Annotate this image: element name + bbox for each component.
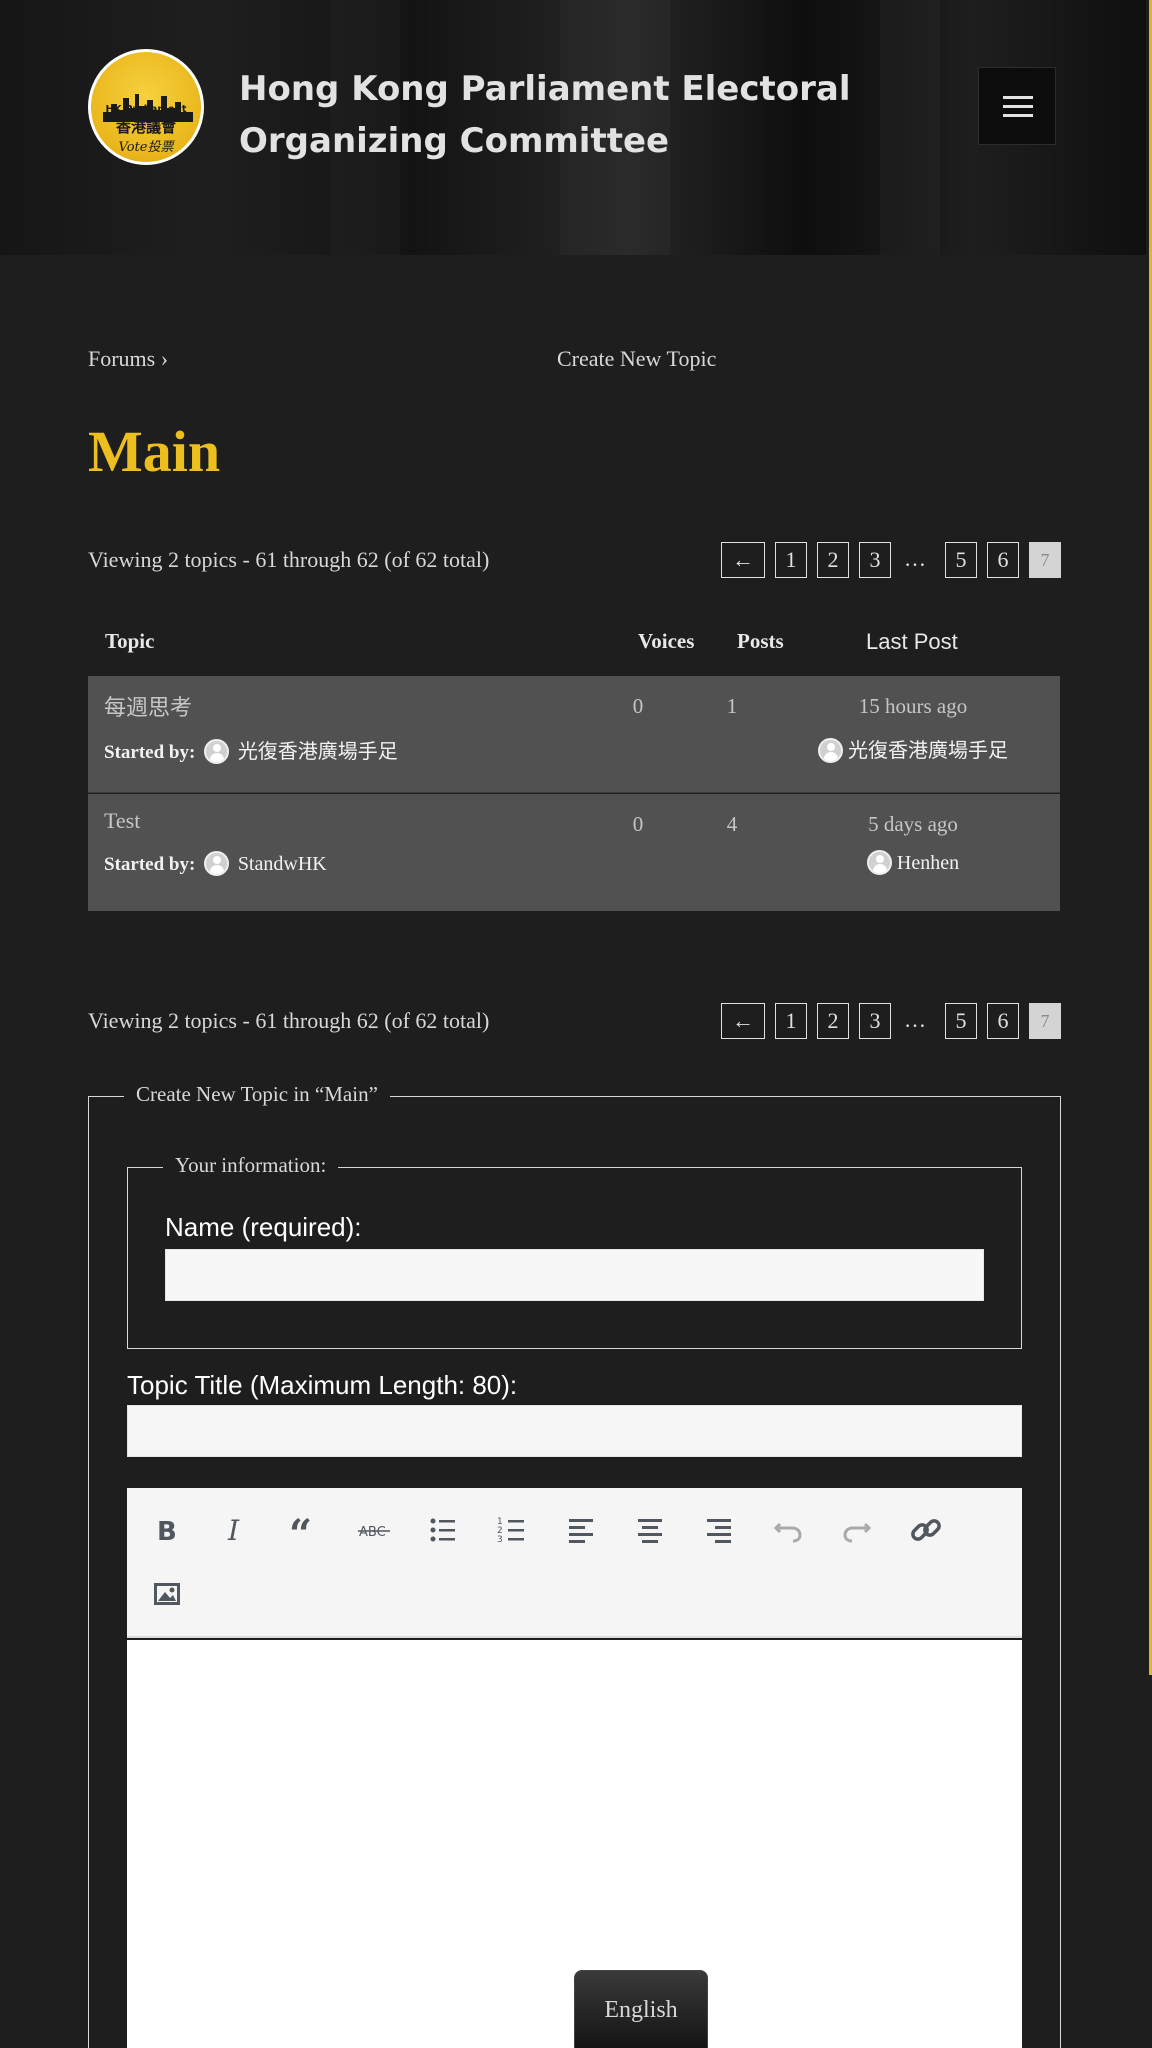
- topic-freshness-link[interactable]: 5 days ago: [793, 812, 1033, 837]
- page-link-5[interactable]: 5: [945, 1003, 977, 1039]
- topic-started-by: Started by: 光復香港廣場手足: [104, 735, 398, 766]
- hamburger-icon-line: [1003, 114, 1033, 117]
- breadcrumb-forums-link[interactable]: Forums: [88, 346, 155, 371]
- avatar-icon[interactable]: [204, 739, 230, 765]
- page-link-6[interactable]: 6: [987, 542, 1019, 578]
- started-by-label: Started by:: [104, 742, 196, 763]
- avatar-icon[interactable]: [204, 851, 230, 877]
- create-new-topic-link[interactable]: Create New Topic: [557, 346, 716, 372]
- topic-title-input[interactable]: [127, 1405, 1022, 1457]
- your-information-legend: Your information:: [163, 1153, 339, 1178]
- redo-icon[interactable]: [837, 1510, 877, 1550]
- svg-text:3: 3: [497, 1535, 503, 1545]
- bullet-list-icon[interactable]: [423, 1510, 463, 1550]
- prev-page-button[interactable]: ←: [721, 1003, 765, 1039]
- site-logo[interactable]: HK Parliament 香港議會 Vote投票: [88, 49, 204, 165]
- page-title: Main: [88, 419, 221, 484]
- pagination-count: Viewing 2 topics - 61 through 62 (of 62 …: [88, 1008, 490, 1033]
- align-right-icon[interactable]: [699, 1510, 739, 1550]
- menu-button[interactable]: [978, 67, 1056, 145]
- language-switcher[interactable]: English: [574, 1970, 708, 2048]
- name-label: Name (required):: [165, 1212, 362, 1242]
- last-post-author-link[interactable]: 光復香港廣場手足: [848, 740, 1008, 762]
- topic-title-link[interactable]: Test: [104, 808, 140, 834]
- pagination-ellipsis: …: [904, 1007, 926, 1032]
- breadcrumb-separator: ›: [160, 346, 169, 371]
- page-link-2[interactable]: 2: [817, 1003, 849, 1039]
- prev-page-button[interactable]: ←: [721, 542, 765, 578]
- topic-started-by: Started by: StandwHK: [104, 851, 327, 878]
- column-header-last-post: Last Post: [866, 629, 958, 654]
- avatar-icon[interactable]: [866, 850, 892, 875]
- topic-freshness-link[interactable]: 15 hours ago: [793, 694, 1033, 719]
- svg-text:“: “: [289, 1511, 312, 1550]
- topic-posts: 4: [726, 812, 738, 836]
- topic-voices: 0: [632, 694, 644, 718]
- topic-row: 每週思考 Started by: 光復香港廣場手足 0 1 15 hours a…: [88, 676, 1060, 793]
- new-topic-legend: Create New Topic in “Main”: [124, 1082, 390, 1107]
- started-by-label: Started by:: [104, 854, 196, 875]
- svg-text:I: I: [227, 1514, 240, 1547]
- numbered-list-icon[interactable]: 123: [492, 1510, 532, 1550]
- logo-text-english: HK Parliament: [105, 104, 187, 115]
- pagination-count: Viewing 2 topics - 61 through 62 (of 62 …: [88, 547, 490, 572]
- align-center-icon[interactable]: [630, 1510, 670, 1550]
- undo-icon[interactable]: [768, 1510, 808, 1550]
- last-post-author: Henhen: [793, 850, 1033, 877]
- site-title[interactable]: Hong Kong Parliament Electoral Organizin…: [239, 63, 859, 167]
- scroll-accent: [1146, 0, 1152, 2048]
- page-link-6[interactable]: 6: [987, 1003, 1019, 1039]
- topic-row: Test Started by: StandwHK 0 4 5 days ago…: [88, 794, 1060, 911]
- topic-posts: 1: [726, 694, 738, 718]
- page-link-1[interactable]: 1: [775, 542, 807, 578]
- editor-toolbar: B I “ ABC 123: [127, 1488, 1022, 1638]
- italic-icon[interactable]: I: [216, 1510, 256, 1550]
- strikethrough-icon[interactable]: ABC: [354, 1510, 394, 1550]
- page-link-2[interactable]: 2: [817, 542, 849, 578]
- page-link-3[interactable]: 3: [859, 1003, 891, 1039]
- name-input[interactable]: [165, 1249, 984, 1301]
- column-header-voices: Voices: [638, 629, 695, 653]
- page-link-5[interactable]: 5: [945, 542, 977, 578]
- align-left-icon[interactable]: [561, 1510, 601, 1550]
- topic-author-link[interactable]: StandwHK: [238, 853, 327, 875]
- breadcrumb: Forums ›: [88, 346, 168, 372]
- blockquote-icon[interactable]: “: [285, 1510, 325, 1558]
- logo-text-vote: Vote投票: [118, 140, 174, 155]
- hamburger-icon: [1003, 96, 1033, 99]
- topic-author-link[interactable]: 光復香港廣場手足: [238, 741, 398, 763]
- hamburger-icon-line: [1003, 105, 1033, 108]
- image-icon[interactable]: [147, 1574, 187, 1614]
- site-header: HK Parliament 香港議會 Vote投票 Hong Kong Parl…: [0, 0, 1146, 255]
- column-header-posts: Posts: [737, 629, 784, 653]
- svg-text:ABC: ABC: [359, 1525, 386, 1540]
- page-current-7: 7: [1029, 542, 1061, 578]
- topic-title-link[interactable]: 每週思考: [104, 690, 192, 722]
- page-current-7: 7: [1029, 1003, 1061, 1039]
- logo-text-chinese: 香港議會: [115, 118, 176, 136]
- pagination: ← 1 2 3 … 5 6 7: [721, 542, 1061, 578]
- column-header-topic: Topic: [105, 629, 155, 653]
- row-divider: [88, 792, 1060, 793]
- last-post-author: 光復香港廣場手足: [793, 734, 1033, 765]
- topic-title-label: Topic Title (Maximum Length: 80):: [127, 1370, 518, 1400]
- pagination: ← 1 2 3 … 5 6 7: [721, 1003, 1061, 1039]
- link-icon[interactable]: [906, 1510, 946, 1550]
- bold-icon[interactable]: B: [147, 1510, 187, 1550]
- topic-voices: 0: [632, 812, 644, 836]
- svg-text:B: B: [157, 1517, 177, 1547]
- page-link-1[interactable]: 1: [775, 1003, 807, 1039]
- avatar-icon[interactable]: [818, 737, 843, 763]
- last-post-author-link[interactable]: Henhen: [897, 852, 959, 874]
- page-link-3[interactable]: 3: [859, 542, 891, 578]
- pagination-ellipsis: …: [904, 546, 926, 571]
